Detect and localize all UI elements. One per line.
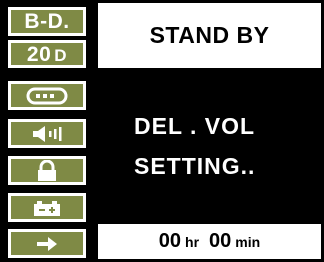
timer-minutes-unit: min bbox=[235, 233, 261, 250]
status-text: STAND BY bbox=[149, 22, 270, 48]
volume-button[interactable] bbox=[8, 119, 86, 148]
record-button[interactable] bbox=[8, 81, 86, 110]
sidebar: B-D. 20 D bbox=[0, 0, 95, 262]
message-line-1: DEL . VOL bbox=[134, 112, 256, 139]
b-d-button[interactable]: B-D. bbox=[8, 7, 86, 36]
arrow-right-icon bbox=[37, 236, 57, 251]
battery-button[interactable] bbox=[8, 193, 86, 222]
timer-hours-unit: hr bbox=[185, 233, 200, 250]
timer-minutes: 00 bbox=[209, 230, 232, 252]
message-panel: DEL . VOL SETTING.. bbox=[95, 71, 324, 221]
next-button[interactable] bbox=[8, 229, 86, 258]
message-line-2: SETTING.. bbox=[134, 153, 256, 179]
timer-hours: 00 bbox=[158, 230, 182, 252]
b-d-label: B-D. bbox=[24, 10, 70, 33]
days-button[interactable]: 20 D bbox=[8, 40, 86, 68]
timer-panel: 00 hr 00 min bbox=[95, 221, 324, 262]
record-icon bbox=[26, 87, 68, 104]
status-panel: STAND BY bbox=[95, 0, 324, 71]
volume-icon bbox=[33, 125, 62, 142]
battery-icon bbox=[34, 200, 60, 216]
lock-button[interactable] bbox=[8, 156, 86, 185]
days-label: 20 D bbox=[26, 42, 68, 66]
lock-icon bbox=[38, 159, 56, 181]
